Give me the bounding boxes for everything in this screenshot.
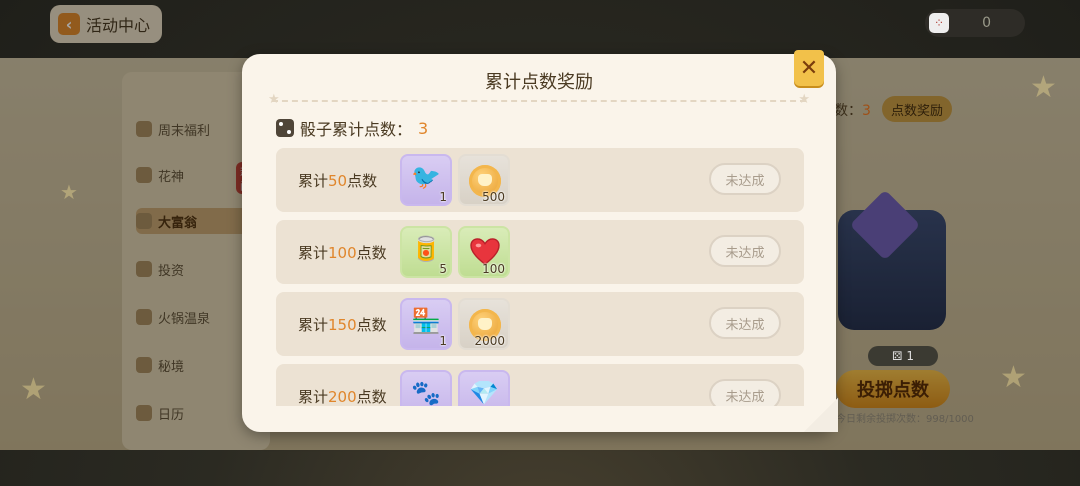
reward-qty: 2000 <box>474 334 505 348</box>
list-item: 累计100点数 🥫 5 100 未达成 <box>276 220 804 284</box>
points-reward-button[interactable]: 点数奖励 <box>882 96 952 122</box>
invest-icon <box>136 261 152 277</box>
threshold-suffix: 点数 <box>356 244 387 262</box>
sidebar-item-label: 火锅温泉 <box>158 311 211 327</box>
sidebar-item-flower[interactable]: 花神 热门 <box>136 162 256 194</box>
drink-can-icon: 🥫 <box>411 235 441 263</box>
claim-status-button[interactable]: 未达成 <box>709 379 781 406</box>
reward-item[interactable]: 500 <box>458 154 510 206</box>
star-decoration-icon: ★ <box>20 372 47 407</box>
claim-status-button[interactable]: 未达成 <box>709 235 781 267</box>
threshold-prefix: 累计 <box>298 388 329 406</box>
title-divider <box>272 100 806 102</box>
sidebar-item-label: 周末福利 <box>158 123 211 139</box>
sidebar-item-label: 花神 <box>158 169 185 185</box>
threshold-number: 50 <box>328 172 348 190</box>
bg-points-value: 3 <box>862 103 871 119</box>
sidebar-item-label: 日历 <box>158 407 185 423</box>
threshold-suffix: 点数 <box>356 316 387 334</box>
threshold-suffix: 点数 <box>356 388 387 406</box>
reward-item[interactable]: 2000 <box>458 298 510 350</box>
star-decoration-icon: ★ <box>1000 360 1027 395</box>
back-label: 活动中心 <box>86 16 151 35</box>
threshold-number: 100 <box>328 244 357 262</box>
reward-qty: 5 <box>439 262 447 276</box>
reward-item[interactable]: 🐦 1 <box>400 154 452 206</box>
threshold-prefix: 累计 <box>298 172 329 190</box>
star-left-icon: ★ <box>268 92 280 107</box>
dice-counter: ⁘ 0 <box>925 9 1025 37</box>
weekend-icon <box>136 121 152 137</box>
back-arrow-icon: ‹ <box>58 13 80 35</box>
reward-qty: 1 <box>439 190 447 204</box>
list-item: 累计200点数 🐾 💎 未达成 <box>276 364 804 406</box>
hotpot-icon <box>136 309 152 325</box>
dice-icon: ⁘ <box>929 13 949 33</box>
dice-owned-badge: ⚄ 1 <box>868 346 938 366</box>
reward-modal: 累计点数奖励 ★ ★ 骰子累计点数： 3 累计50点数 🐦 1 500 未达成 <box>242 54 836 432</box>
paw-card-icon: 🐾 <box>411 379 441 406</box>
reward-qty: 100 <box>482 262 505 276</box>
dice-owned-count: 1 <box>906 349 915 363</box>
claim-status-button[interactable]: 未达成 <box>709 163 781 195</box>
reward-item[interactable]: 💎 <box>458 370 510 406</box>
star-right-icon: ★ <box>798 92 810 107</box>
reward-qty: 500 <box>482 190 505 204</box>
flower-icon <box>136 167 152 183</box>
back-button[interactable]: ‹ 活动中心 <box>50 5 163 43</box>
reward-item[interactable]: 🥫 5 <box>400 226 452 278</box>
throw-dice-button[interactable]: 投掷点数 <box>836 370 950 408</box>
close-button[interactable]: ✕ <box>794 50 824 86</box>
remaining-throws-text: 今日剩余投掷次数：998/1000 <box>836 414 974 425</box>
star-decoration-icon: ★ <box>1030 70 1057 105</box>
points-value: 3 <box>418 118 429 138</box>
sidebar-item-label: 秘境 <box>158 359 185 375</box>
modal-title: 累计点数奖励 <box>485 72 593 93</box>
list-item: 累计150点数 🏪 1 2000 未达成 <box>276 292 804 356</box>
points-label: 骰子累计点数： <box>300 120 413 139</box>
vending-stand-icon: 🏪 <box>411 307 441 335</box>
red-bird-icon: 🐦 <box>411 163 441 191</box>
calendar-icon <box>136 405 152 421</box>
close-icon: ✕ <box>799 55 819 81</box>
sidebar-item-secret[interactable]: 秘境 <box>136 352 256 378</box>
reward-qty: 1 <box>439 334 447 348</box>
dice-small-icon: ⚄ <box>891 349 903 363</box>
threshold-prefix: 累计 <box>298 244 329 262</box>
page-curl-decoration <box>804 398 838 432</box>
reward-item[interactable]: 100 <box>458 226 510 278</box>
threshold-label: 累计100点数 <box>298 242 387 263</box>
monopoly-icon <box>136 213 152 229</box>
threshold-number: 150 <box>328 316 357 334</box>
star-decoration-icon: ★ <box>60 180 78 204</box>
sidebar-item-label: 大富翁 <box>158 215 198 231</box>
bg-points-prefix: 数： <box>834 103 862 119</box>
sidebar-item-label: 投资 <box>158 263 185 279</box>
sidebar-item-calendar[interactable]: 日历 <box>136 400 256 426</box>
threshold-number: 200 <box>328 388 357 406</box>
reward-item[interactable]: 🐾 <box>400 370 452 406</box>
sidebar-item-monopoly[interactable]: 大富翁 <box>136 208 256 234</box>
sidebar-item-hotpot[interactable]: 火锅温泉 <box>136 304 256 330</box>
reward-item[interactable]: 🏪 1 <box>400 298 452 350</box>
threshold-label: 累计50点数 <box>298 170 377 191</box>
threshold-prefix: 累计 <box>298 316 329 334</box>
castle-icon <box>136 357 152 373</box>
list-item: 累计50点数 🐦 1 500 未达成 <box>276 148 804 212</box>
bg-points-label: 数：3 <box>834 100 871 120</box>
sidebar-item-weekend[interactable]: 周末福利 <box>136 116 256 142</box>
accumulated-points: 骰子累计点数： 3 <box>276 116 428 140</box>
reward-list[interactable]: 累计50点数 🐦 1 500 未达成 累计100点数 🥫 5 100 未达成 累… <box>276 148 804 406</box>
threshold-label: 累计150点数 <box>298 314 387 335</box>
crystal-icon: 💎 <box>469 379 499 406</box>
dice-icon <box>276 119 294 137</box>
threshold-suffix: 点数 <box>347 172 378 190</box>
claim-status-button[interactable]: 未达成 <box>709 307 781 339</box>
sidebar-item-invest[interactable]: 投资 <box>136 256 256 282</box>
threshold-label: 累计200点数 <box>298 386 387 406</box>
dice-count: 0 <box>982 15 991 31</box>
